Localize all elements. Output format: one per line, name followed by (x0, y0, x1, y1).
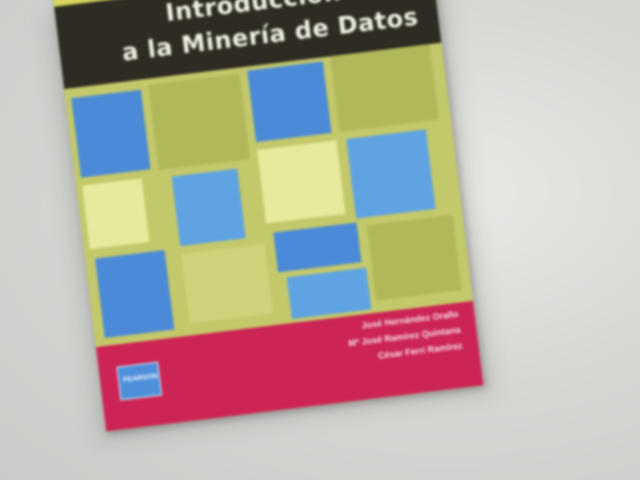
art-tile (330, 44, 439, 132)
photo-scene: Introducción a la Minería de Datos PEARS… (0, 0, 640, 480)
art-tile (273, 222, 362, 273)
author-name: César Ferri Ramírez (377, 340, 464, 361)
art-tile (286, 267, 372, 320)
art-tile (346, 129, 436, 219)
book-cover: Introducción a la Minería de Datos PEARS… (52, 0, 484, 432)
art-tile (247, 61, 332, 143)
cover-artwork (64, 42, 474, 348)
art-tile (171, 168, 246, 247)
art-tile (367, 214, 462, 301)
art-tile (148, 73, 251, 171)
art-tile (95, 250, 175, 338)
publisher-logo: PEARSON (116, 361, 163, 401)
art-tile (82, 178, 150, 250)
publisher-logo-text: PEARSON (122, 372, 158, 385)
art-tile (71, 89, 151, 178)
art-tile (257, 140, 346, 224)
art-tile (181, 243, 274, 324)
